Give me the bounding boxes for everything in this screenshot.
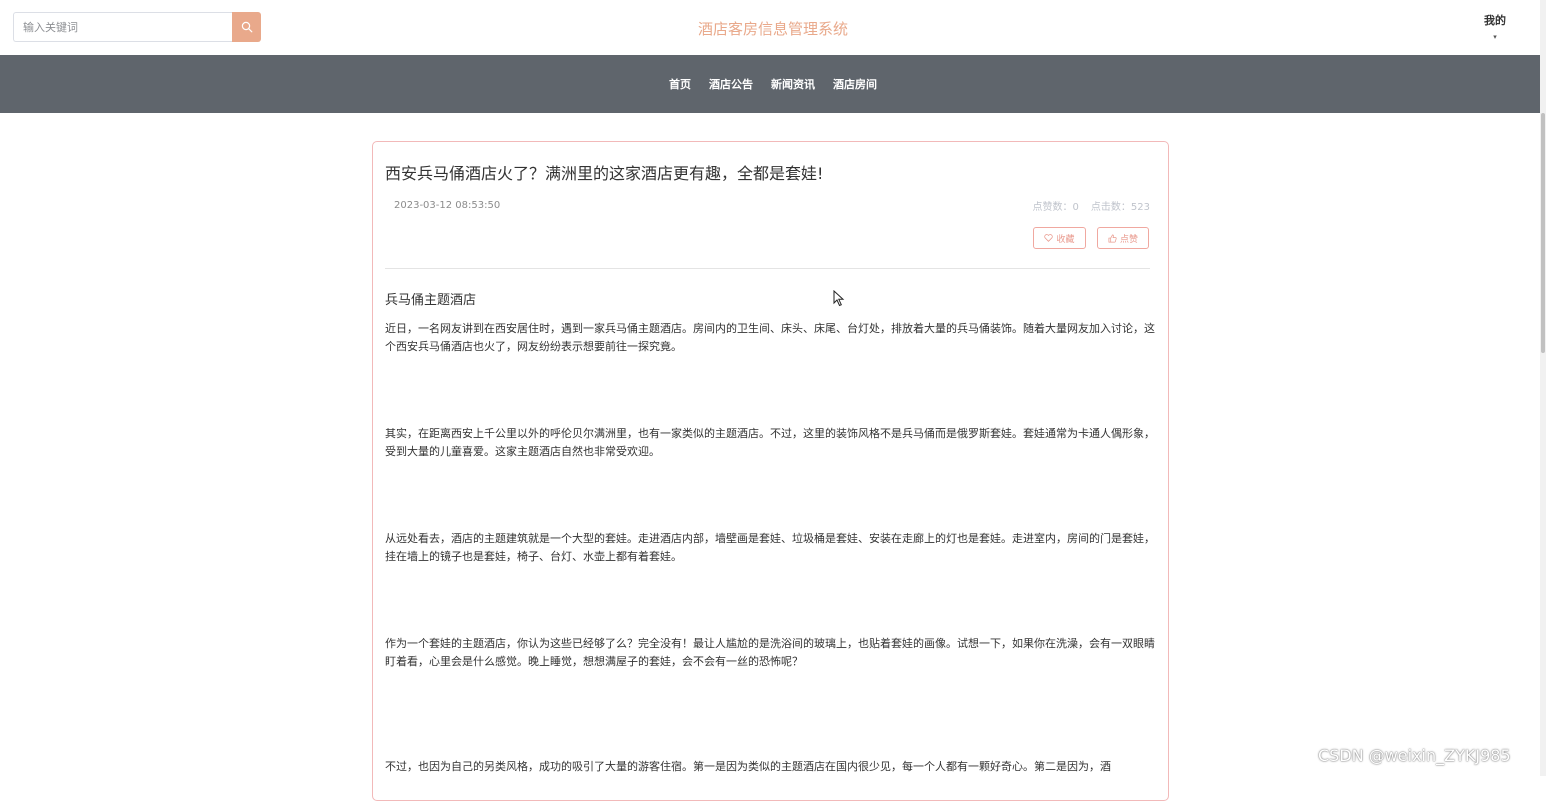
favorite-label: 收藏 xyxy=(1056,234,1075,245)
heart-icon xyxy=(1044,234,1054,242)
divider xyxy=(385,268,1150,269)
article-title: 西安兵马俑酒店火了？满洲里的这家酒店更有趣，全都是套娃! xyxy=(385,164,824,183)
top-header: 酒店客房信息管理系统 我的 ▾ xyxy=(0,0,1546,55)
nav-item-news[interactable]: 新闻资讯 xyxy=(762,76,824,92)
article-paragraph: 从远处看去，酒店的主题建筑就是一个大型的套娃。走进酒店内部，墙壁画是套娃、垃圾桶… xyxy=(385,532,1155,563)
article-paragraph: 不过，也因为自己的另类风格，成功的吸引了大量的游客住宿。第一是因为类似的主题酒店… xyxy=(385,760,1111,773)
nav-item-home[interactable]: 首页 xyxy=(660,76,700,92)
article-subheading: 兵马俑主题酒店 xyxy=(385,293,477,308)
scrollbar-thumb[interactable] xyxy=(1541,113,1545,353)
article-date: 2023-03-12 08:53:50 xyxy=(394,200,501,211)
clicks-count: 点击数：523 xyxy=(1090,202,1150,213)
favorite-button[interactable]: 收藏 xyxy=(1033,227,1086,249)
site-title: 酒店客房信息管理系统 xyxy=(697,20,848,38)
chevron-down-icon: ▾ xyxy=(1493,33,1497,41)
main-nav: 首页 酒店公告 新闻资讯 酒店房间 xyxy=(0,55,1546,113)
user-menu-dropdown[interactable]: 我的 ▾ xyxy=(1474,12,1516,41)
article-stats: 点赞数：0 点击数：523 xyxy=(1033,198,1150,213)
thumbs-up-icon xyxy=(1108,234,1117,242)
nav-item-hotel-notices[interactable]: 酒店公告 xyxy=(700,76,762,92)
nav-item-hotel-rooms[interactable]: 酒店房间 xyxy=(824,76,886,92)
mouse-cursor-icon xyxy=(833,290,845,307)
like-button[interactable]: 点赞 xyxy=(1097,227,1149,249)
like-label: 点赞 xyxy=(1119,234,1138,245)
watermark: CSDN @weixin_ZYKJ985 xyxy=(1318,746,1511,765)
article-paragraph: 作为一个套娃的主题酒店，你认为这些已经够了么？完全没有！最让人尴尬的是洗浴间的玻… xyxy=(385,637,1155,668)
user-menu-label: 我的 xyxy=(1484,14,1506,27)
article-body: 兵马俑主题酒店 近日，一名网友讲到在西安居住时，遇到一家兵马俑主题酒店。房间内的… xyxy=(385,289,1157,776)
article-paragraph: 近日，一名网友讲到在西安居住时，遇到一家兵马俑主题酒店。房间内的卫生间、床头、床… xyxy=(385,322,1155,353)
article-card: 西安兵马俑酒店火了？满洲里的这家酒店更有趣，全都是套娃! 2023-03-12 … xyxy=(372,141,1169,801)
likes-count: 点赞数：0 xyxy=(1032,202,1079,213)
article-paragraph: 其实，在距离西安上千公里以外的呼伦贝尔满洲里，也有一家类似的主题酒店。不过，这里… xyxy=(385,427,1155,458)
